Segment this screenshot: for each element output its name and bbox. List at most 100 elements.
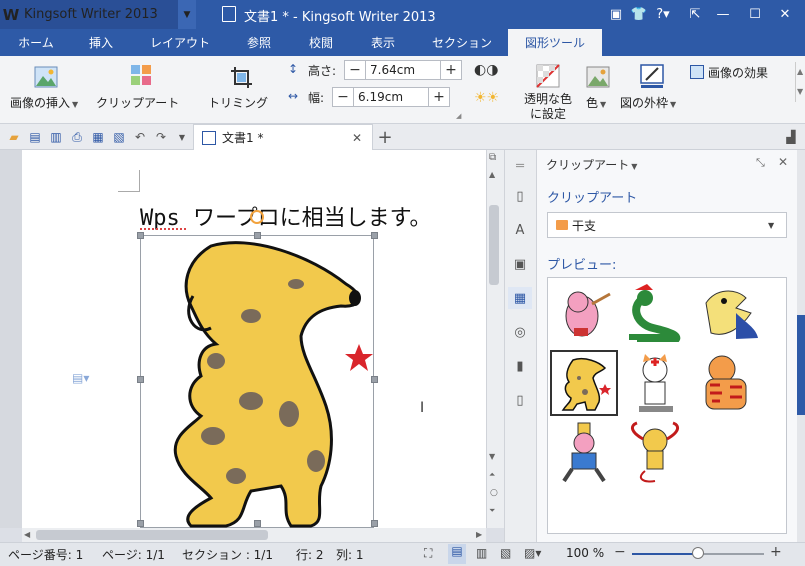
- resize-handle-br[interactable]: [371, 520, 378, 527]
- clipart-item-dragon[interactable]: [694, 280, 762, 346]
- print-preview-icon[interactable]: ▦: [89, 128, 107, 146]
- next-page-icon[interactable]: ⏷: [489, 506, 495, 516]
- browse-object-icon[interactable]: ○: [490, 488, 498, 498]
- width-stepper[interactable]: − 6.19cm +: [332, 87, 450, 107]
- clipart-item-monkey[interactable]: [622, 420, 690, 486]
- height-increment-button[interactable]: +: [441, 61, 461, 79]
- trimming-button[interactable]: トリミング: [206, 60, 278, 116]
- pane-toggle-tab[interactable]: [797, 315, 805, 415]
- resize-handle-bc[interactable]: [254, 520, 261, 527]
- clipart-category-select[interactable]: 干支 ▼: [547, 212, 787, 238]
- vertical-scroll-thumb[interactable]: [489, 205, 499, 285]
- clipart-item-pig[interactable]: [550, 280, 618, 346]
- image-effects-icon: [690, 65, 704, 79]
- skin-icon[interactable]: ▣: [605, 4, 627, 25]
- collapse-ribbon-icon[interactable]: ⇱: [684, 4, 706, 25]
- shirt-icon[interactable]: 👕: [628, 4, 650, 25]
- selection-pane-icon[interactable]: ▣: [508, 253, 532, 275]
- export-pdf-icon[interactable]: ▥: [47, 128, 65, 146]
- scroll-down-icon[interactable]: ▼: [489, 452, 495, 461]
- height-decrement-button[interactable]: −: [345, 61, 365, 79]
- app-menu-dropdown-icon[interactable]: ▼: [178, 0, 196, 29]
- open-folder-icon[interactable]: ▰: [5, 128, 23, 146]
- resize-handle-tl[interactable]: [137, 232, 144, 239]
- clipart-item-tiger[interactable]: [694, 350, 762, 416]
- tab-home[interactable]: ホーム: [6, 29, 66, 56]
- image-effects-button[interactable]: 画像の効果: [690, 62, 790, 82]
- resize-handle-tr[interactable]: [371, 232, 378, 239]
- resize-handle-mr[interactable]: [371, 376, 378, 383]
- window-title: 文書1 * - Kingsoft Writer 2013: [244, 10, 436, 25]
- tab-insert[interactable]: 挿入: [76, 29, 126, 56]
- redo-icon[interactable]: ↷: [152, 128, 170, 146]
- tab-layout[interactable]: レイアウト: [140, 29, 220, 56]
- document-info-pane-icon[interactable]: ▮: [508, 355, 532, 377]
- save-icon[interactable]: ▤: [26, 128, 44, 146]
- zoom-out-button[interactable]: −: [614, 544, 626, 560]
- customize-dropdown-icon[interactable]: ▼: [173, 128, 191, 146]
- size-dialog-launcher-icon[interactable]: ◢: [456, 112, 461, 120]
- close-icon[interactable]: ✕: [774, 4, 796, 25]
- new-tab-icon[interactable]: +: [376, 127, 394, 148]
- resize-handle-tc[interactable]: [254, 232, 261, 239]
- page-view-icon[interactable]: ▤: [448, 544, 466, 564]
- close-tab-icon[interactable]: ✕: [352, 131, 372, 145]
- height-stepper[interactable]: − 7.64cm +: [344, 60, 462, 80]
- undo-icon[interactable]: ↶: [131, 128, 149, 146]
- clipart-item-snake[interactable]: [622, 280, 690, 346]
- width-decrement-button[interactable]: −: [333, 88, 353, 106]
- insert-image-button[interactable]: 画像の挿入 ▼: [8, 60, 88, 116]
- app-menu-button[interactable]: W Kingsoft Writer 2013 ▼: [0, 0, 196, 29]
- new-document-pane-icon[interactable]: ▯: [508, 185, 532, 207]
- styles-pane-icon[interactable]: A: [508, 219, 532, 241]
- minimize-icon[interactable]: —: [712, 4, 734, 25]
- selected-image[interactable]: [140, 235, 374, 528]
- previous-page-icon[interactable]: ⏶: [489, 470, 495, 480]
- scroll-right-icon[interactable]: ▶: [476, 530, 482, 539]
- brightness-icon[interactable]: ☀☀: [474, 90, 514, 110]
- spell-check-icon[interactable]: ▧: [110, 128, 128, 146]
- resize-handle-bl[interactable]: [137, 520, 144, 527]
- pane-undock-icon[interactable]: ⤡: [756, 156, 765, 170]
- rotate-handle[interactable]: [250, 210, 264, 224]
- scroll-left-icon[interactable]: ◀: [24, 530, 30, 539]
- tab-view[interactable]: 表示: [358, 29, 408, 56]
- web-view-icon[interactable]: ▧: [500, 546, 511, 560]
- clip-art-button[interactable]: クリップアート: [96, 60, 192, 116]
- clipart-item-dog[interactable]: [550, 350, 618, 416]
- resize-handle-ml[interactable]: [137, 376, 144, 383]
- ribbon-scroll-icon[interactable]: ▲ ▼: [795, 62, 805, 102]
- set-transparent-color-button[interactable]: 透明な色 に設定: [520, 60, 578, 121]
- tab-picture-tools[interactable]: 図形ツール: [508, 29, 602, 56]
- backup-pane-icon[interactable]: ◎: [508, 321, 532, 343]
- reading-view-icon[interactable]: ▨▾: [524, 546, 541, 560]
- color-button[interactable]: 色 ▼: [584, 60, 614, 116]
- split-view-icon[interactable]: ⧉: [489, 152, 496, 163]
- tab-review[interactable]: 校閲: [296, 29, 346, 56]
- clipart-item-cat[interactable]: [622, 350, 690, 416]
- chevron-down-icon[interactable]: ▼: [631, 162, 637, 171]
- help-icon[interactable]: ?▾: [651, 4, 675, 25]
- scroll-up-icon[interactable]: ▲: [489, 170, 495, 179]
- clipart-pane-icon[interactable]: ▦: [508, 287, 532, 309]
- tab-references[interactable]: 参照: [234, 29, 284, 56]
- tab-list-icon[interactable]: ▟: [782, 128, 800, 146]
- outline-view-icon[interactable]: ▥: [476, 546, 487, 560]
- fullscreen-icon[interactable]: ⛶: [424, 546, 432, 561]
- search-pane-icon[interactable]: ▯: [508, 389, 532, 411]
- height-input[interactable]: 7.64cm: [365, 61, 441, 79]
- contrast-icon[interactable]: ◐◑: [474, 62, 514, 82]
- zoom-slider-thumb[interactable]: [692, 547, 704, 559]
- width-increment-button[interactable]: +: [429, 88, 449, 106]
- tab-section[interactable]: セクション: [420, 29, 504, 56]
- clipart-item-horse[interactable]: [550, 420, 618, 486]
- layout-options-icon[interactable]: ▤▾: [72, 371, 89, 385]
- maximize-icon[interactable]: ☐: [744, 4, 766, 25]
- horizontal-scroll-thumb[interactable]: [36, 530, 268, 540]
- print-icon[interactable]: ⎙: [68, 128, 86, 146]
- width-input[interactable]: 6.19cm: [353, 88, 429, 106]
- pane-close-icon[interactable]: ✕: [778, 155, 788, 169]
- zoom-in-button[interactable]: +: [770, 544, 782, 560]
- document-tab[interactable]: 文書1 * ✕: [193, 124, 373, 150]
- image-outline-button[interactable]: 図の外枠 ▼: [620, 60, 684, 116]
